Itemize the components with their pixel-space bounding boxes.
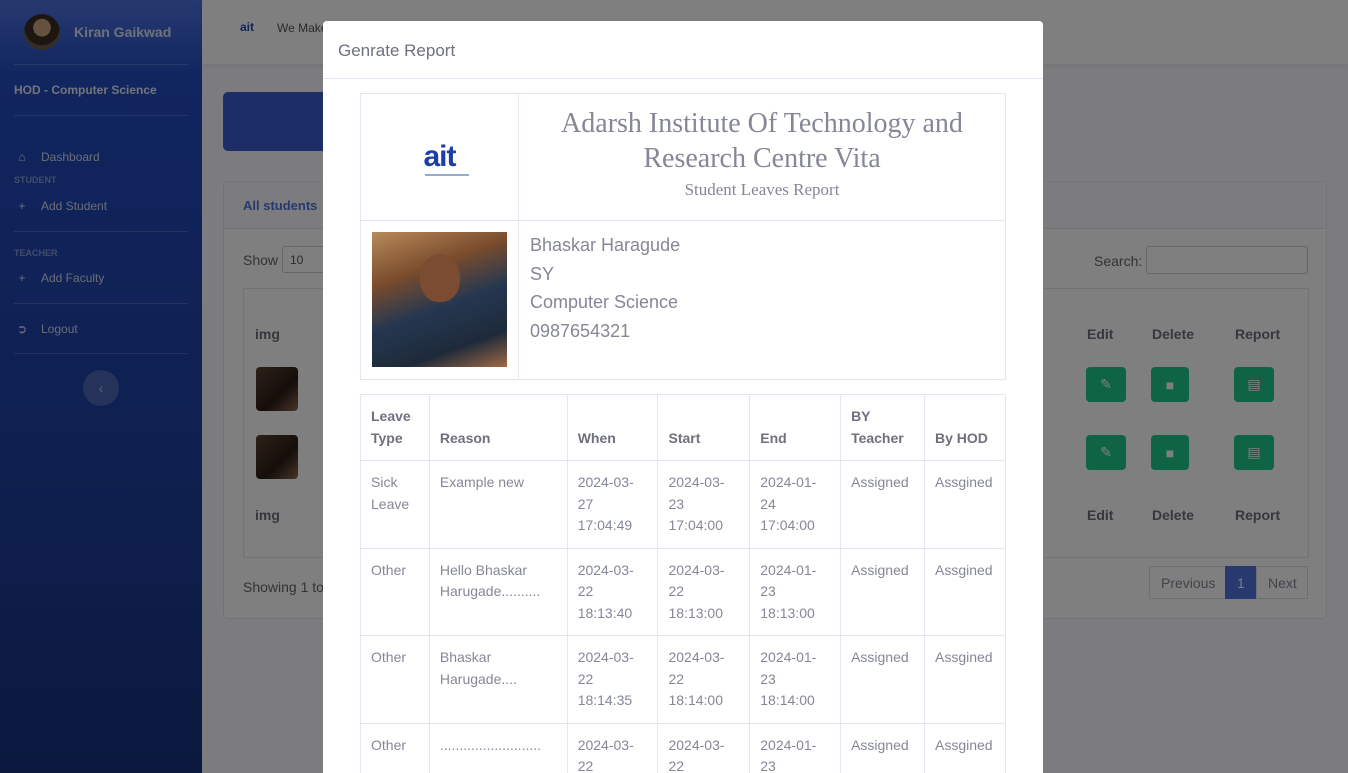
table-cell: Other (360, 635, 430, 724)
table-cell: 2024-03-22 18:14:35 (566, 635, 659, 724)
table-cell: 2024-01-24 17:04:00 (749, 460, 842, 549)
table-cell: 2024-03-22 18:13:40 (566, 547, 659, 636)
modal-title: Genrate Report (323, 21, 1043, 79)
table-cell: Assigned (840, 547, 925, 636)
report-header: ait Adarsh Institute Of Technology and R… (360, 93, 1006, 221)
column-header: Reason (428, 394, 568, 461)
table-cell: Assgined (923, 722, 1007, 773)
table-cell: 2024-03-22 18:13:00 (657, 547, 751, 636)
student-details: Bhaskar Haragude SY Computer Science 098… (519, 221, 1005, 379)
table-cell: 2024-01-23 (749, 722, 842, 773)
student-name: Bhaskar Haragude (530, 235, 681, 255)
table-cell: Assigned (840, 635, 925, 724)
table-cell: Hello Bhaskar Harugade.......... (428, 547, 568, 636)
table-row: Sick Leave Example new 2024-03-27 17:04:… (360, 460, 1007, 549)
column-header: Start (657, 394, 751, 461)
institute-name: Adarsh Institute Of Technology and Resea… (561, 108, 963, 174)
leaves-table: Leave Type Reason When Start End BY Teac… (360, 394, 1007, 773)
column-header: When (566, 394, 659, 461)
institute-logo: ait (423, 140, 470, 176)
table-cell: 2024-03-22 (566, 722, 659, 773)
table-cell: Assgined (923, 635, 1007, 724)
photo-cell (361, 221, 519, 379)
table-cell: Assigned (840, 460, 925, 549)
logo-cell: ait (361, 94, 519, 220)
table-cell: Assgined (923, 460, 1007, 549)
student-phone: 0987654321 (530, 320, 631, 341)
title-cell: Adarsh Institute Of Technology and Resea… (519, 94, 1005, 220)
table-row: Other .......................... 2024-03… (360, 722, 1007, 773)
student-info: Bhaskar Haragude SY Computer Science 098… (360, 221, 1006, 380)
student-year: SY (530, 263, 555, 284)
column-header: By HOD (923, 394, 1007, 461)
table-cell: Other (360, 722, 430, 773)
student-department: Computer Science (530, 292, 679, 313)
table-row: Other Hello Bhaskar Harugade.......... 2… (360, 547, 1007, 636)
report-subtitle: Student Leaves Report (684, 180, 840, 199)
table-cell: Example new (428, 460, 568, 549)
table-cell: 2024-03-22 (657, 722, 751, 773)
table-header-row: Leave Type Reason When Start End BY Teac… (360, 394, 1007, 461)
column-header: End (749, 394, 842, 461)
table-cell: Other (360, 547, 430, 636)
table-cell: .......................... (428, 722, 568, 773)
column-header: BY Teacher (840, 394, 925, 461)
table-cell: 2024-03-23 17:04:00 (657, 460, 751, 549)
table-cell: Assgined (923, 547, 1007, 636)
table-cell: 2024-01-23 18:13:00 (749, 547, 842, 636)
column-header: Leave Type (360, 394, 430, 461)
table-cell: Assigned (840, 722, 925, 773)
table-cell: Bhaskar Harugade.... (428, 635, 568, 724)
report-modal: Genrate Report ait Adarsh Institute Of T… (323, 21, 1043, 773)
table-row: Other Bhaskar Harugade.... 2024-03-22 18… (360, 635, 1007, 724)
table-cell: 2024-01-23 18:14:00 (749, 635, 842, 724)
report-content: ait Adarsh Institute Of Technology and R… (360, 93, 1007, 773)
table-cell: Sick Leave (360, 460, 430, 549)
table-cell: 2024-03-27 17:04:49 (566, 460, 659, 549)
table-cell: 2024-03-22 18:14:00 (657, 635, 751, 724)
student-photo (372, 232, 507, 367)
